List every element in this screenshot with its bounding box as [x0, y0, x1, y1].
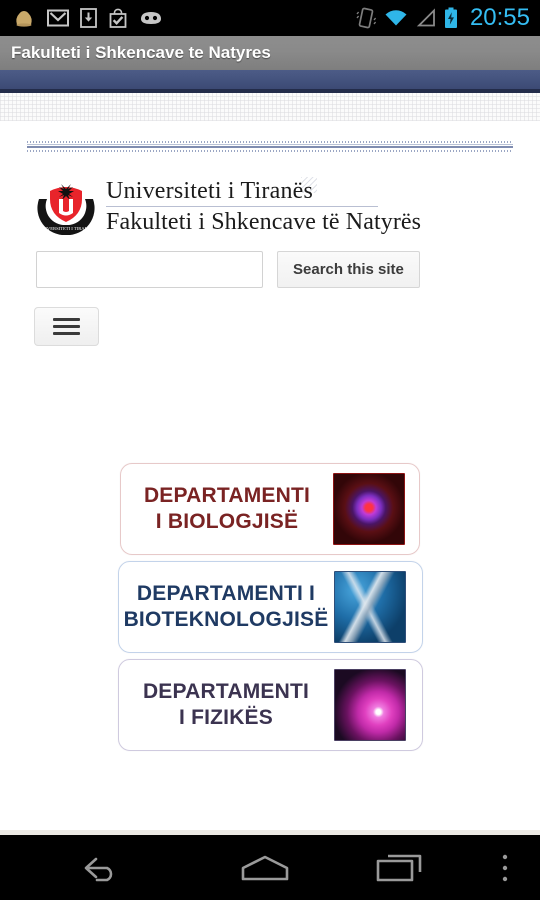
- search-this-site-button[interactable]: Search this site: [277, 251, 420, 288]
- wifi-icon: [385, 10, 407, 26]
- home-button[interactable]: [200, 835, 330, 900]
- android-navigation-bar: [0, 835, 540, 900]
- department-card-biotechnology[interactable]: DEPARTAMENTI I BIOTEKNOLOGJISË: [117, 561, 423, 653]
- department-label: DEPARTAMENTI I BIOTEKNOLOGJISË: [123, 581, 329, 631]
- recent-apps-button[interactable]: [330, 835, 470, 900]
- page-top-texture: [0, 93, 540, 121]
- back-button[interactable]: [0, 835, 200, 900]
- back-icon: [84, 857, 113, 881]
- hamburger-icon-bar: [53, 325, 80, 328]
- heading-separator: [106, 206, 378, 207]
- department-list: DEPARTAMENTI I BIOLOGJISË DEPARTAMENTI I…: [0, 463, 540, 757]
- webview-content: UNIVERSITETI I TIRANES Universiteti i Ti…: [0, 93, 540, 835]
- battery-charging-icon: [444, 7, 457, 28]
- home-icon: [241, 855, 289, 880]
- status-clock: 20:55: [469, 4, 530, 31]
- university-seal-logo: UNIVERSITETI I TIRANES: [36, 175, 96, 237]
- download-icon: [80, 8, 97, 28]
- site-search: Search this site: [36, 251, 420, 288]
- status-system-icons: 20:55: [356, 6, 530, 30]
- decorative-divider: [27, 141, 513, 152]
- navy-accent-band: [0, 70, 540, 89]
- site-header[interactable]: UNIVERSITETI I TIRANES Universiteti i Ti…: [36, 175, 421, 237]
- department-label: DEPARTAMENTI I FIZIKËS: [142, 679, 310, 729]
- department-label: DEPARTAMENTI I BIOLOGJISË: [143, 483, 311, 533]
- gmail-icon: [47, 9, 69, 27]
- vibrate-icon: [356, 7, 376, 29]
- android-face-icon: [141, 12, 161, 24]
- recent-apps-icon: [376, 854, 422, 881]
- android-status-bar: 20:55: [0, 0, 540, 36]
- hamburger-icon-bar: [53, 318, 80, 321]
- status-notification-icons: [12, 8, 163, 28]
- bag-icon: [16, 11, 32, 27]
- site-heading-line1: Universiteti i Tiranës: [106, 178, 314, 204]
- app-title-bar: Fakulteti i Shkencave te Natyres: [0, 36, 540, 70]
- overflow-menu-button[interactable]: [470, 835, 540, 900]
- department-card-physics[interactable]: DEPARTAMENTI I FIZIKËS: [117, 659, 423, 751]
- biotechnology-dna-thumbnail: [333, 571, 406, 643]
- app-title: Fakulteti i Shkencave te Natyres: [11, 43, 271, 62]
- department-card-biology[interactable]: DEPARTAMENTI I BIOLOGJISË: [120, 463, 420, 555]
- overflow-menu-icon: [502, 854, 508, 881]
- phone-screen: 20:55 Fakulteti i Shkencave te Natyres U…: [0, 0, 540, 900]
- hamburger-menu-button[interactable]: [34, 307, 99, 346]
- site-heading-line2: Fakulteti i Shkencave të Natyrës: [106, 209, 422, 235]
- svg-text:UNIVERSITETI I TIRANES: UNIVERSITETI I TIRANES: [39, 226, 94, 231]
- shopping-bag-check-icon: [109, 8, 127, 28]
- biology-cell-thumbnail: [333, 473, 405, 545]
- cellular-signal-icon: [416, 8, 435, 27]
- physics-nebula-thumbnail: [333, 669, 406, 741]
- hamburger-icon-bar: [53, 332, 80, 335]
- site-heading-text: Universiteti i Tiranës Fakulteti i Shken…: [106, 175, 421, 236]
- search-input[interactable]: [36, 251, 263, 288]
